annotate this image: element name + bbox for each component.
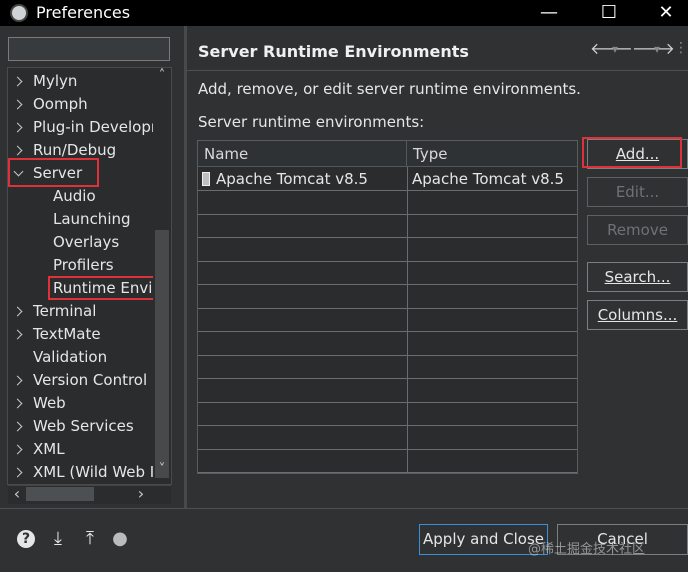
- chevron-right-icon[interactable]: [12, 99, 23, 110]
- table-row-divider: [198, 190, 577, 191]
- preferences-tree: Mylyn Oomph Plug-in Developr Run/Debug Serve…: [7, 67, 172, 485]
- table-row-divider: [198, 354, 577, 356]
- scroll-right-icon[interactable]: ›: [134, 485, 148, 503]
- sidebar-item-label: XML: [33, 440, 65, 458]
- chevron-right-icon[interactable]: [12, 444, 23, 455]
- chevron-right-icon[interactable]: [12, 375, 23, 386]
- sidebar-item-web[interactable]: Web: [8, 392, 154, 414]
- chevron-right-icon[interactable]: [12, 398, 23, 409]
- scroll-down-icon[interactable]: ˅: [155, 462, 169, 478]
- columns-button[interactable]: Columns...: [587, 300, 688, 330]
- back-dropdown-icon[interactable]: ▾: [612, 42, 618, 56]
- export-icon[interactable]: ⤒: [80, 529, 100, 549]
- sidebar-item-mylyn[interactable]: Mylyn: [8, 70, 154, 92]
- scroll-up-icon[interactable]: ˄: [155, 68, 169, 84]
- table-row[interactable]: Apache Tomcat v8.5: [202, 168, 405, 190]
- highlight-box: [48, 276, 160, 300]
- table-row-divider: [198, 472, 577, 473]
- chevron-right-icon[interactable]: [12, 145, 23, 156]
- window-title: Preferences: [36, 3, 131, 22]
- table-row-divider: [198, 448, 577, 450]
- edit-button[interactable]: Edit...: [587, 177, 688, 207]
- sidebar-item-label: Validation: [33, 348, 108, 366]
- tree-vertical-scroll-thumb[interactable]: [155, 230, 169, 478]
- import-icon[interactable]: ⤓: [48, 529, 68, 549]
- sidebar-item-label: Mylyn: [33, 72, 78, 90]
- scroll-left-icon[interactable]: ‹: [10, 485, 24, 503]
- sidebar-item-label: Audio: [53, 187, 96, 205]
- sidebar-item-label: TextMate: [33, 325, 101, 343]
- runtime-type-cell[interactable]: Apache Tomcat v8.5: [412, 168, 564, 190]
- app-gear-icon: [10, 4, 28, 22]
- sidebar-item-label: Version Control (: [33, 371, 158, 389]
- sidebar-item-version-control[interactable]: Version Control (: [8, 369, 158, 391]
- sidebar-item-validation[interactable]: Validation: [8, 346, 154, 368]
- search-button-label: Search...: [604, 268, 671, 286]
- sidebar-item-web-services[interactable]: Web Services: [8, 415, 154, 437]
- remove-button[interactable]: Remove: [587, 215, 688, 245]
- sidebar-item-plug-in-developr[interactable]: Plug-in Developr: [8, 116, 158, 138]
- view-menu-icon[interactable]: ⋮: [674, 40, 688, 56]
- tree-horizontal-scroll-thumb[interactable]: [26, 487, 94, 501]
- server-icon: [202, 172, 210, 186]
- table-row-divider: [198, 237, 577, 238]
- sidebar-item-label: Web Services: [33, 417, 134, 435]
- search-button[interactable]: Search...: [587, 262, 688, 292]
- sidebar-item-xml-wild-web-i[interactable]: XML (Wild Web I: [8, 461, 154, 483]
- table-row-divider: [198, 284, 577, 285]
- record-icon[interactable]: ●: [110, 529, 130, 549]
- panel-splitter[interactable]: [184, 26, 187, 508]
- close-button[interactable]: ✕: [643, 0, 688, 26]
- sidebar-item-label: Profilers: [53, 256, 114, 274]
- chevron-right-icon[interactable]: [12, 421, 23, 432]
- help-icon[interactable]: ?: [17, 530, 35, 548]
- chevron-right-icon[interactable]: [12, 306, 23, 317]
- chevron-right-icon[interactable]: [12, 467, 23, 478]
- filter-input[interactable]: [8, 37, 170, 61]
- table-row-divider: [198, 401, 577, 403]
- add-highlight-box: [582, 137, 682, 168]
- sidebar-item-overlays[interactable]: Overlays: [8, 231, 154, 253]
- minimize-button[interactable]: —: [526, 0, 572, 26]
- sidebar-item-xml[interactable]: XML: [8, 438, 154, 460]
- sidebar-item-label: Overlays: [53, 233, 120, 251]
- sidebar-item-profilers[interactable]: Profilers: [8, 254, 154, 276]
- sidebar-item-terminal[interactable]: Terminal: [8, 300, 154, 322]
- sidebar-item-label: XML (Wild Web I: [33, 463, 155, 481]
- page-description: Add, remove, or edit server runtime envi…: [198, 80, 581, 98]
- columns-button-label: Columns...: [597, 306, 678, 324]
- table-row-divider: [198, 331, 577, 332]
- watermark-text: @稀土掘金技术社区: [528, 542, 646, 557]
- sidebar-item-label: Plug-in Developr: [33, 118, 158, 136]
- forward-dropdown-icon[interactable]: ▾: [654, 42, 660, 56]
- sidebar-item-label: Oomph: [33, 95, 88, 113]
- header-divider: [186, 70, 688, 71]
- table-row-divider: [198, 260, 577, 262]
- page-title: Server Runtime Environments: [198, 42, 469, 61]
- table-row-divider: [198, 378, 577, 379]
- table-row-divider: [198, 425, 577, 426]
- sidebar-item-oomph[interactable]: Oomph: [8, 93, 154, 115]
- sidebar-item-audio[interactable]: Audio: [8, 185, 154, 207]
- column-header-name[interactable]: Name: [198, 141, 407, 167]
- runtime-name-cell[interactable]: Apache Tomcat v8.5: [216, 170, 368, 188]
- maximize-button[interactable]: ☐: [586, 0, 632, 26]
- sidebar-item-label: Terminal: [33, 302, 97, 320]
- runtime-table: Name Type Apache Tomcat v8.5 Apache Tomc…: [197, 140, 578, 474]
- sidebar-item-label: Launching: [53, 210, 131, 228]
- chevron-right-icon[interactable]: [12, 329, 23, 340]
- table-label: Server runtime environments:: [198, 113, 425, 131]
- chevron-right-icon[interactable]: [12, 122, 23, 133]
- footer-divider: [0, 508, 688, 509]
- highlight-box: [8, 158, 99, 187]
- sidebar-item-label: Web: [33, 394, 66, 412]
- table-row-divider: [198, 213, 577, 215]
- sidebar-item-launching[interactable]: Launching: [8, 208, 154, 230]
- chevron-right-icon[interactable]: [12, 76, 23, 87]
- sidebar-item-textmate[interactable]: TextMate: [8, 323, 154, 345]
- column-header-type[interactable]: Type: [407, 141, 577, 167]
- table-row-divider: [198, 307, 577, 309]
- table-column-divider: [407, 167, 408, 473]
